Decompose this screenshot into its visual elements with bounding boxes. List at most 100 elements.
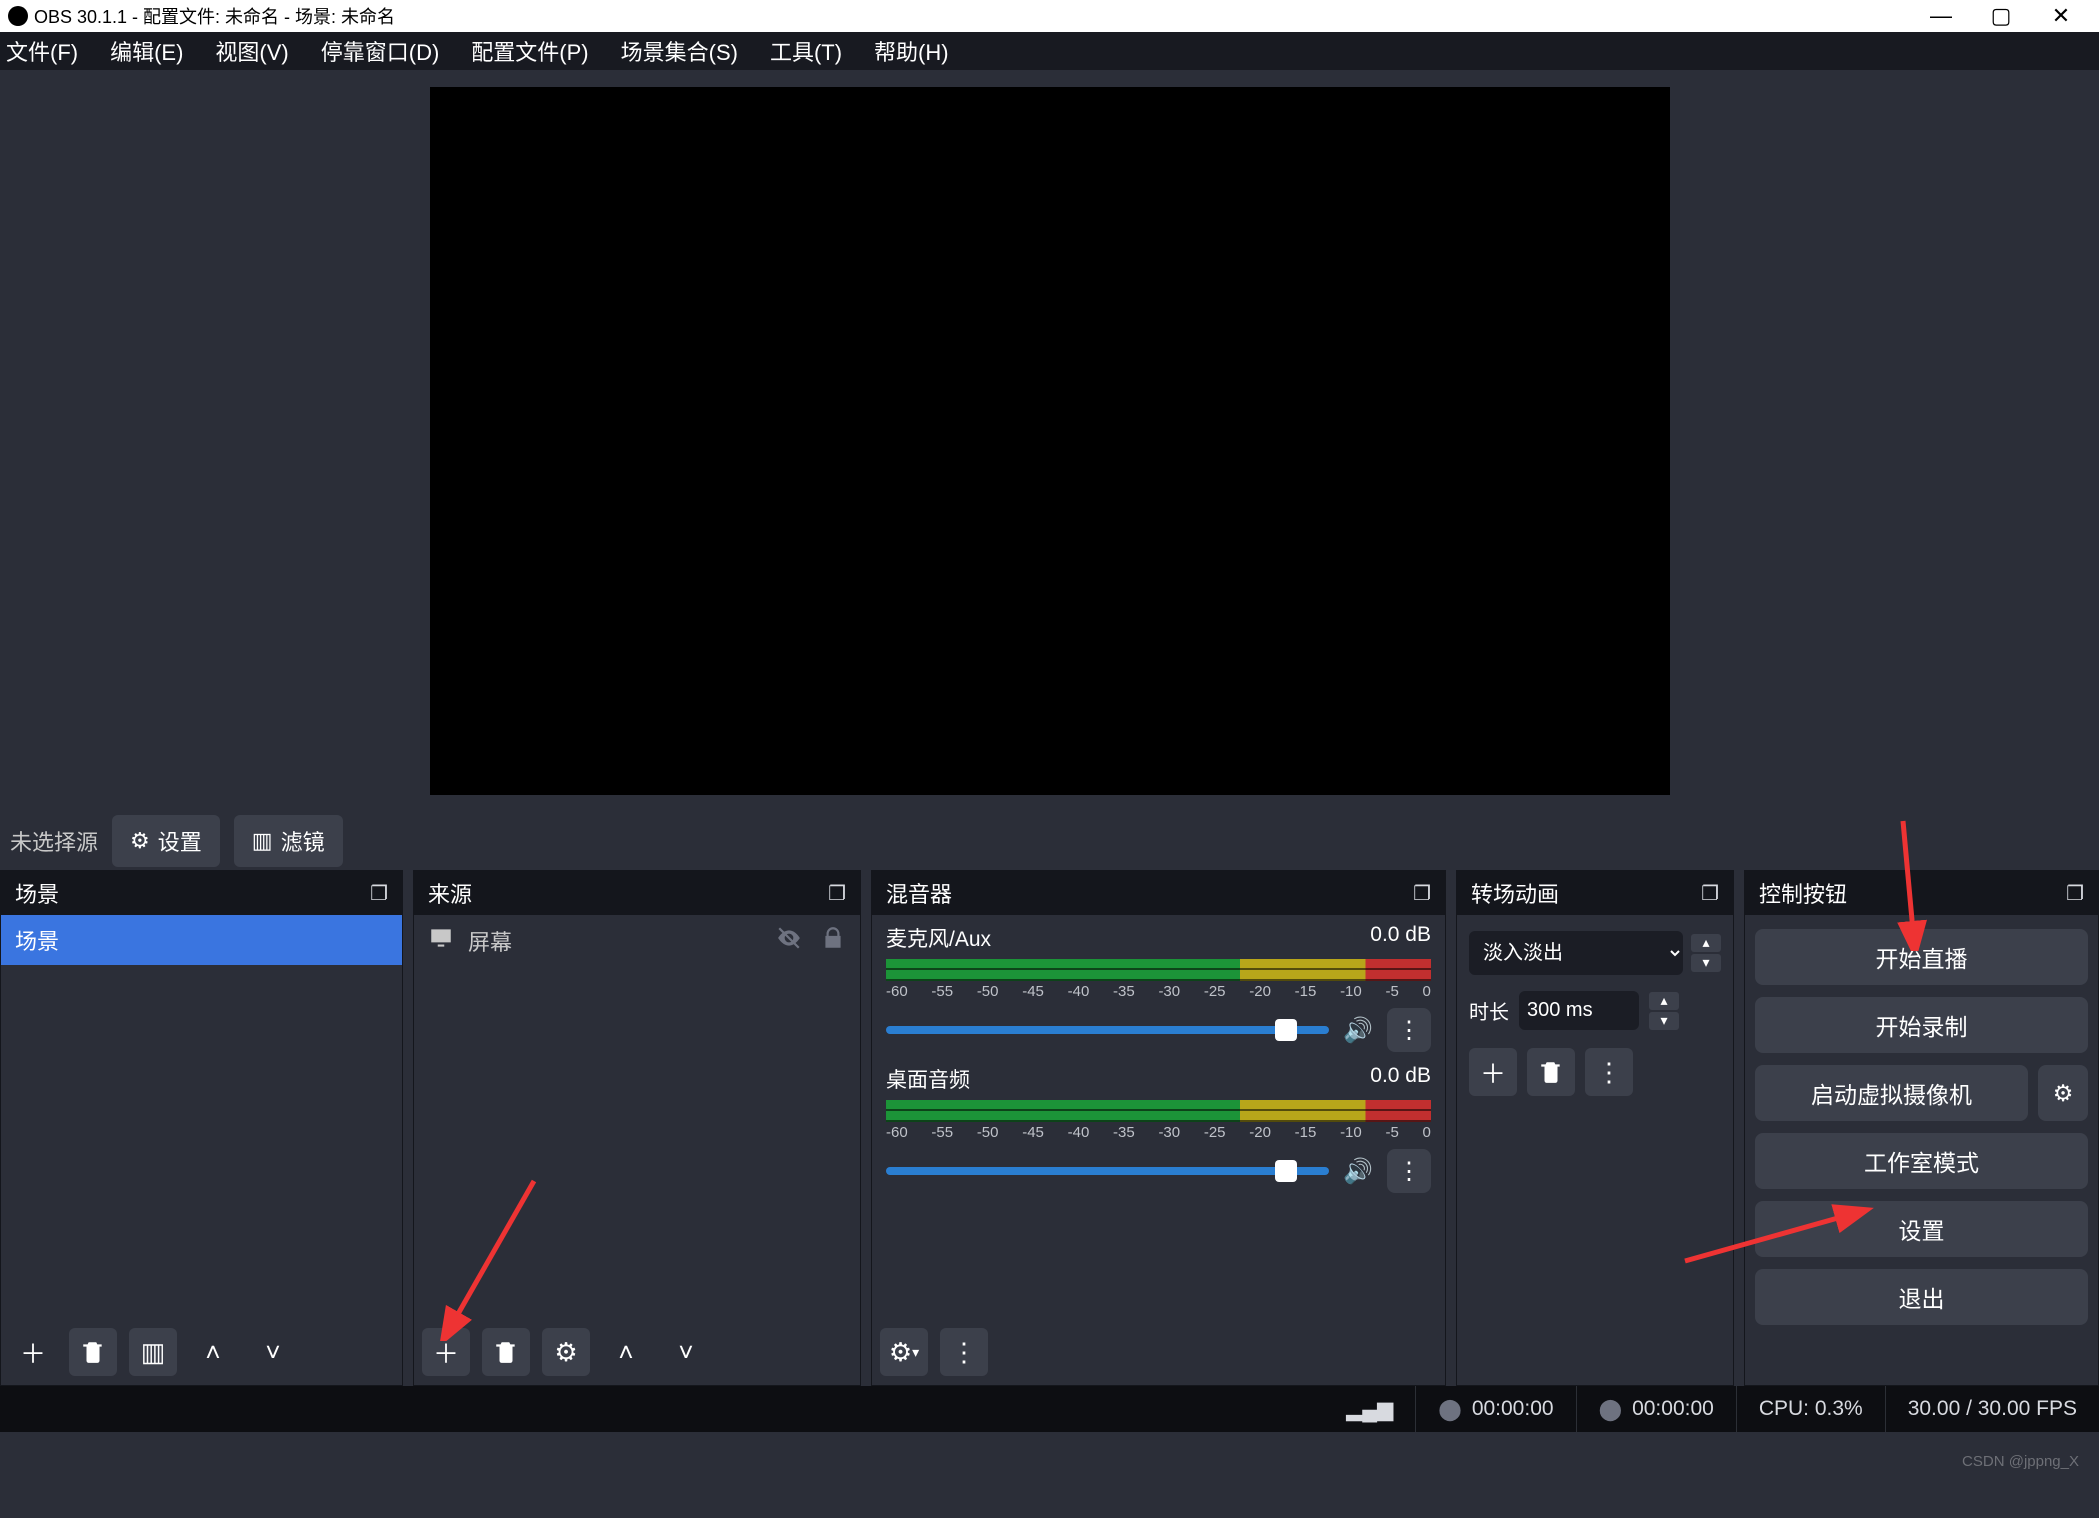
menu-file[interactable]: 文件(F) [4,31,80,71]
duration-spin[interactable]: ▴▾ [1649,992,1679,1030]
monitor-icon [428,925,454,957]
audio-meter [886,959,1431,981]
transition-select[interactable]: 淡入淡出 [1469,931,1683,975]
popout-icon[interactable]: ❐ [2066,881,2084,906]
source-item[interactable]: 屏幕 [414,915,860,967]
channel-menu-button[interactable]: ⋮ [1387,1149,1431,1193]
source-move-down-button[interactable]: ˅ [662,1328,710,1376]
dock-transitions-header[interactable]: 转场动画 ❐ [1457,871,1733,915]
status-cpu: CPU: 0.3% [1736,1386,1885,1432]
watermark: CSDN @jppng_X [1962,1453,2079,1470]
virtualcam-settings-button[interactable]: ⚙ [2038,1065,2088,1121]
speaker-icon[interactable]: 🔊 [1343,1016,1373,1045]
dock-scenes: 场景 ❐ 场景 ＋ ▥ ˄ ˅ [0,870,403,1386]
menu-profile[interactable]: 配置文件(P) [469,31,590,71]
status-stream-time: ⬤00:00:00 [1415,1386,1575,1432]
gear-icon: ⚙ [130,828,150,854]
channel-menu-button[interactable]: ⋮ [1387,1008,1431,1052]
mixer-menu-button[interactable]: ⋮ [940,1328,988,1376]
exit-button[interactable]: 退出 [1755,1269,2088,1325]
statusbar: ▂▄▆ ⬤00:00:00 ⬤00:00:00 CPU: 0.3% 30.00 … [0,1386,2099,1432]
preview-canvas[interactable] [430,87,1670,795]
window-close-button[interactable]: ✕ [2031,3,2091,29]
transition-remove-button[interactable] [1527,1048,1575,1096]
record-dot-icon: ⬤ [1438,1397,1462,1422]
dock-sources-title: 来源 [428,877,472,909]
app-logo-icon [8,6,28,26]
scenes-list[interactable]: 场景 [1,915,402,1319]
meter-ticks: -60-55-50-45-40-35-30-25-20-15-10-50 [886,1124,1431,1141]
dock-mixer: 混音器 ❐ 麦克风/Aux 0.0 dB -60-55-50-45-40-35-… [871,870,1446,1386]
settings-button[interactable]: 设置 [1755,1201,2088,1257]
menu-dock[interactable]: 停靠窗口(D) [319,31,442,71]
trash-icon [80,1339,106,1365]
preview-area[interactable] [0,70,2099,812]
status-record-time: ⬤00:00:00 [1576,1386,1736,1432]
studio-mode-button[interactable]: 工作室模式 [1755,1133,2088,1189]
source-filters-label: 滤镜 [281,825,325,857]
popout-icon[interactable]: ❐ [1413,881,1431,906]
dock-scenes-header[interactable]: 场景 ❐ [1,871,402,915]
mixer-footer: ⚙▾ ⋮ [872,1319,1445,1385]
popout-icon[interactable]: ❐ [370,881,388,906]
mixer-channel-name: 桌面音频 [886,1064,970,1094]
menu-edit[interactable]: 编辑(E) [108,31,185,71]
scene-move-down-button[interactable]: ˅ [249,1328,297,1376]
dock-sources-header[interactable]: 来源 ❐ [414,871,860,915]
popout-icon[interactable]: ❐ [1701,881,1719,906]
controls-body: 开始直播 开始录制 启动虚拟摄像机 ⚙ 工作室模式 设置 退出 [1745,915,2098,1339]
start-virtualcam-button[interactable]: 启动虚拟摄像机 [1755,1065,2028,1121]
trash-icon [1538,1059,1564,1085]
dock-controls-header[interactable]: 控制按钮 ❐ [1745,871,2098,915]
transition-spin[interactable]: ▴▾ [1691,934,1721,972]
mixer-channel-db: 0.0 dB [1370,1064,1431,1094]
popout-icon[interactable]: ❐ [828,881,846,906]
source-toolbar: 未选择源 ⚙ 设置 ▥ 滤镜 [0,812,2099,870]
scene-add-button[interactable]: ＋ [9,1328,57,1376]
window-minimize-button[interactable]: — [1911,3,1971,29]
duration-input[interactable] [1519,991,1639,1030]
mixer-settings-button[interactable]: ⚙▾ [880,1328,928,1376]
filters-icon: ▥ [252,828,273,854]
menu-view[interactable]: 视图(V) [213,31,290,71]
sources-list[interactable]: 屏幕 [414,915,860,1319]
scene-filter-button[interactable]: ▥ [129,1328,177,1376]
source-settings-label: 设置 [158,825,202,857]
source-settings-button[interactable]: ⚙ 设置 [112,815,220,867]
window-title: OBS 30.1.1 - 配置文件: 未命名 - 场景: 未命名 [34,3,395,29]
network-icon: ▂▄▆ [1346,1397,1393,1422]
volume-slider[interactable] [886,1167,1329,1175]
menu-scene-collection[interactable]: 场景集合(S) [619,31,740,71]
scene-remove-button[interactable] [69,1328,117,1376]
source-add-button[interactable]: ＋ [422,1328,470,1376]
transition-add-button[interactable]: ＋ [1469,1048,1517,1096]
speaker-icon[interactable]: 🔊 [1343,1157,1373,1186]
menu-help[interactable]: 帮助(H) [872,31,951,71]
menubar: 文件(F) 编辑(E) 视图(V) 停靠窗口(D) 配置文件(P) 场景集合(S… [0,32,2099,70]
window-maximize-button[interactable]: ▢ [1971,3,2031,29]
transition-menu-button[interactable]: ⋮ [1585,1048,1633,1096]
status-network: ▂▄▆ [1324,1386,1415,1432]
dock-controls-title: 控制按钮 [1759,877,1847,909]
dock-mixer-header[interactable]: 混音器 ❐ [872,871,1445,915]
record-dot-icon: ⬤ [1599,1397,1623,1422]
visibility-icon[interactable] [776,925,802,957]
source-filters-button[interactable]: ▥ 滤镜 [234,815,343,867]
menu-tools[interactable]: 工具(T) [768,31,844,71]
volume-slider[interactable] [886,1026,1329,1034]
lock-icon[interactable] [820,925,846,957]
dock-transitions-title: 转场动画 [1471,877,1559,909]
scene-move-up-button[interactable]: ˄ [189,1328,237,1376]
mixer-body: 麦克风/Aux 0.0 dB -60-55-50-45-40-35-30-25-… [872,915,1445,1319]
scene-item[interactable]: 场景 [1,915,402,965]
dock-sources: 来源 ❐ 屏幕 ＋ [413,870,861,1386]
start-stream-button[interactable]: 开始直播 [1755,929,2088,985]
mixer-channel-name: 麦克风/Aux [886,923,991,953]
source-move-up-button[interactable]: ˄ [602,1328,650,1376]
trash-icon [493,1339,519,1365]
status-fps: 30.00 / 30.00 FPS [1885,1386,2099,1432]
source-remove-button[interactable] [482,1328,530,1376]
source-properties-button[interactable]: ⚙ [542,1328,590,1376]
start-record-button[interactable]: 开始录制 [1755,997,2088,1053]
scenes-footer: ＋ ▥ ˄ ˅ [1,1319,402,1385]
